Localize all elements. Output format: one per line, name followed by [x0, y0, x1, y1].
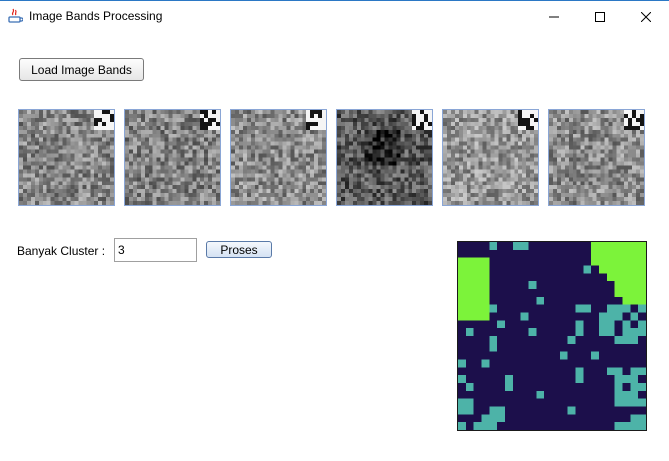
band-image-4: [336, 109, 433, 206]
minimize-icon: [549, 16, 559, 17]
maximize-icon: [595, 11, 605, 22]
cluster-count-input[interactable]: [114, 238, 197, 262]
proses-button[interactable]: Proses: [206, 241, 272, 258]
window-title: Image Bands Processing: [29, 9, 163, 23]
title-bar[interactable]: Image Bands Processing: [0, 0, 669, 32]
cluster-result-image: [457, 241, 647, 431]
minimize-button[interactable]: [531, 1, 577, 32]
band-image-1: [18, 109, 115, 206]
close-icon: [641, 11, 651, 22]
load-image-bands-button[interactable]: Load Image Bands: [19, 58, 144, 81]
band-image-6: [548, 109, 645, 206]
close-button[interactable]: [623, 1, 669, 32]
maximize-button[interactable]: [577, 1, 623, 32]
band-image-3: [230, 109, 327, 206]
cluster-count-label: Banyak Cluster :: [17, 244, 106, 258]
band-image-2: [124, 109, 221, 206]
band-image-5: [442, 109, 539, 206]
main-panel: Load Image Bands Banyak Cluster : Proses: [0, 32, 669, 461]
java-app-icon: [8, 8, 23, 23]
